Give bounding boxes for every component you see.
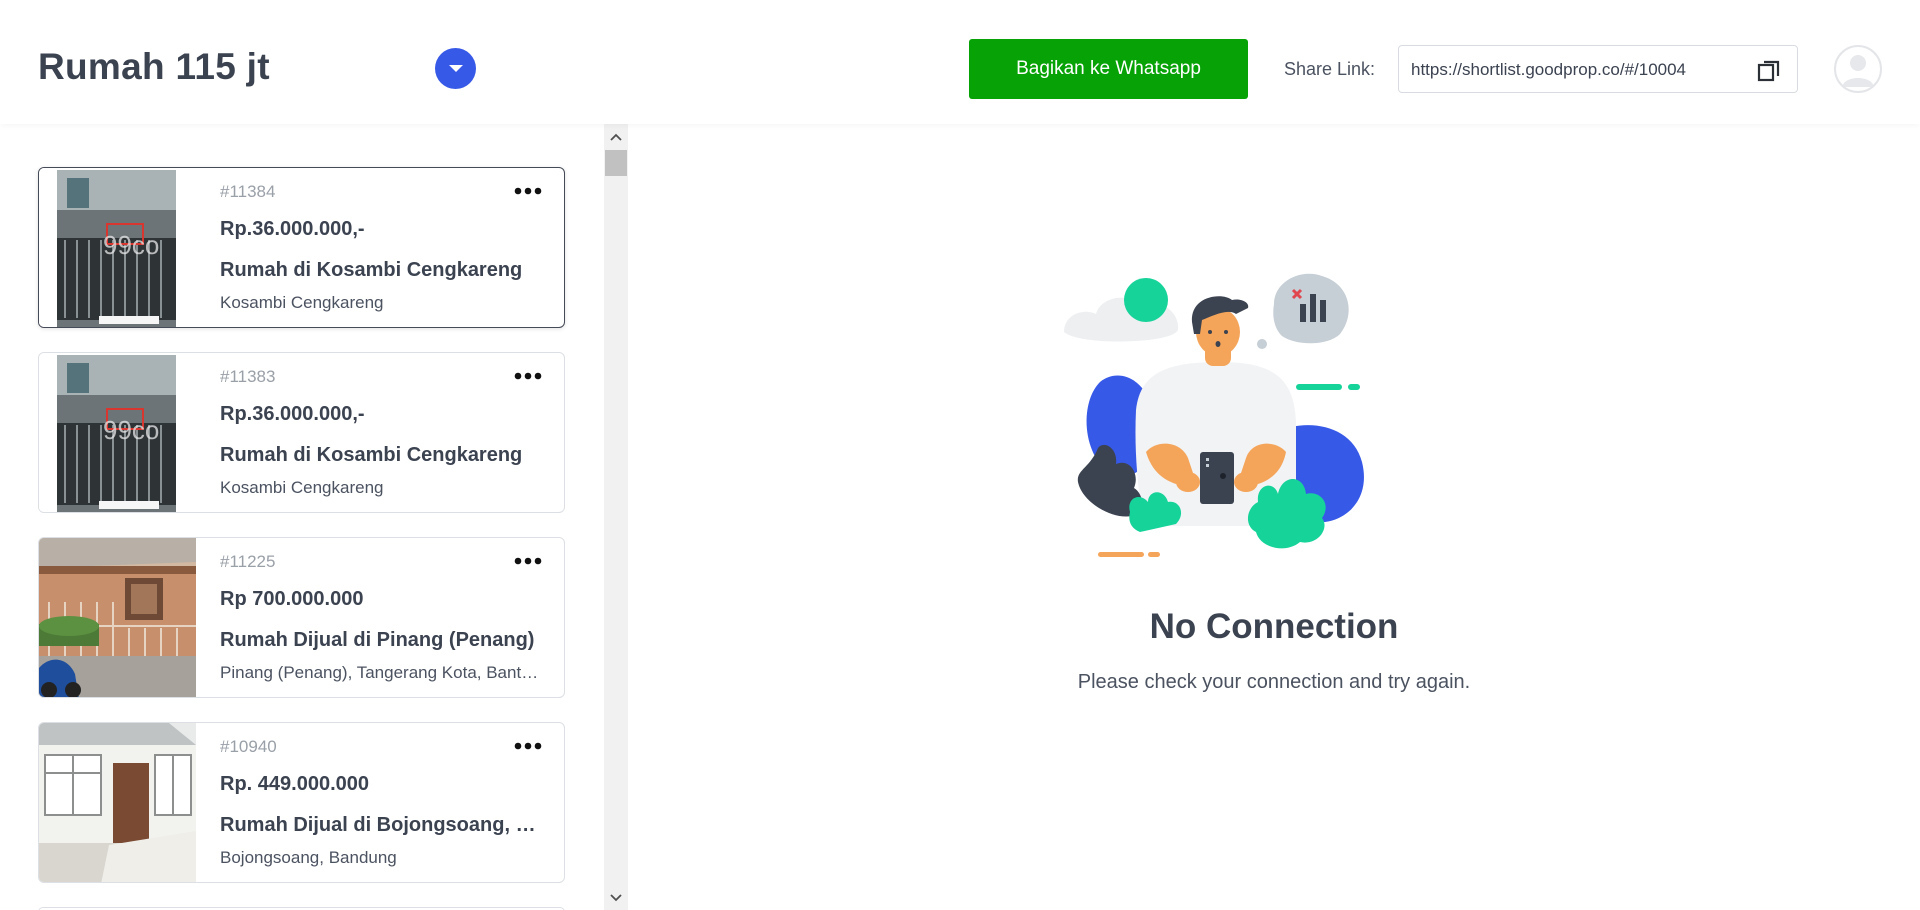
user-icon bbox=[1842, 55, 1874, 87]
listing-location: Pinang (Penang), Tangerang Kota, Banten bbox=[220, 663, 540, 682]
watermark-text: 99co bbox=[103, 415, 159, 445]
more-horizontal-icon[interactable] bbox=[513, 554, 543, 568]
listing-name: Rumah di Kosambi Cengkareng bbox=[220, 259, 523, 281]
copy-icon[interactable] bbox=[1756, 58, 1782, 84]
listing-thumbnail: 99co bbox=[39, 168, 196, 327]
no-connection-illustration bbox=[1064, 273, 1364, 557]
share-link-box bbox=[1398, 45, 1798, 93]
listing-card[interactable]: 99co #11383 Rp.36.000.000,- Rumah di Kos… bbox=[38, 352, 565, 513]
listing-sidebar: 99co #11384 Rp.36.000.000,- Rumah di Kos… bbox=[0, 124, 628, 910]
listing-id: #10940 bbox=[220, 737, 277, 756]
watermark-text: 99co bbox=[103, 230, 159, 260]
scroll-up-button[interactable] bbox=[604, 126, 628, 148]
listing-price: Rp.36.000.000,- bbox=[220, 403, 365, 425]
page-title: Rumah 115 jt bbox=[38, 46, 270, 87]
more-horizontal-icon[interactable] bbox=[513, 739, 543, 753]
chevron-down-icon bbox=[448, 64, 463, 72]
avatar[interactable] bbox=[1834, 45, 1882, 93]
empty-state-message: Please check your connection and try aga… bbox=[1077, 671, 1471, 693]
listing-price: Rp.36.000.000,- bbox=[220, 218, 365, 240]
listing-card[interactable]: 99co #11384 Rp.36.000.000,- Rumah di Kos… bbox=[38, 167, 565, 328]
share-whatsapp-button[interactable]: Bagikan ke Whatsapp bbox=[969, 39, 1248, 99]
listing-id: #11383 bbox=[220, 367, 276, 386]
title-dropdown-button[interactable] bbox=[435, 48, 476, 89]
chevron-down-icon bbox=[610, 894, 622, 902]
listing-location: Kosambi Cengkareng bbox=[220, 478, 384, 497]
listing-id: #11384 bbox=[220, 182, 276, 201]
listing-thumbnail bbox=[39, 538, 196, 697]
listing-card[interactable]: #10940 Rp. 449.000.000 Rumah Dijual di B… bbox=[38, 722, 565, 883]
listing-thumbnail bbox=[39, 723, 196, 882]
more-horizontal-icon[interactable] bbox=[513, 369, 543, 383]
scroll-thumb[interactable] bbox=[605, 150, 627, 176]
listing-thumbnail: 99co bbox=[39, 353, 196, 512]
share-link-label: Share Link: bbox=[1284, 59, 1376, 79]
listing-location: Bojongsoang, Bandung bbox=[220, 848, 397, 867]
chevron-up-icon bbox=[610, 133, 622, 141]
listing-name: Rumah Dijual di Bojongsoang, Bandung bbox=[220, 814, 540, 836]
listing-price: Rp 700.000.000 bbox=[220, 588, 364, 610]
share-link-input[interactable] bbox=[1411, 58, 1741, 82]
listing-name: Rumah Dijual di Pinang (Penang) bbox=[220, 629, 535, 651]
more-horizontal-icon[interactable] bbox=[513, 184, 543, 198]
listing-name: Rumah di Kosambi Cengkareng bbox=[220, 444, 523, 466]
top-bar: Rumah 115 jt Bagikan ke Whatsapp Share L… bbox=[0, 0, 1920, 124]
listing-location: Kosambi Cengkareng bbox=[220, 293, 384, 312]
listing-price: Rp. 449.000.000 bbox=[220, 773, 369, 795]
scroll-down-button[interactable] bbox=[604, 887, 628, 909]
empty-state-title: No Connection bbox=[1149, 607, 1399, 646]
listing-card[interactable]: #11225 Rp 700.000.000 Rumah Dijual di Pi… bbox=[38, 537, 565, 698]
sidebar-scrollbar[interactable] bbox=[604, 124, 628, 910]
listing-id: #11225 bbox=[220, 552, 276, 571]
